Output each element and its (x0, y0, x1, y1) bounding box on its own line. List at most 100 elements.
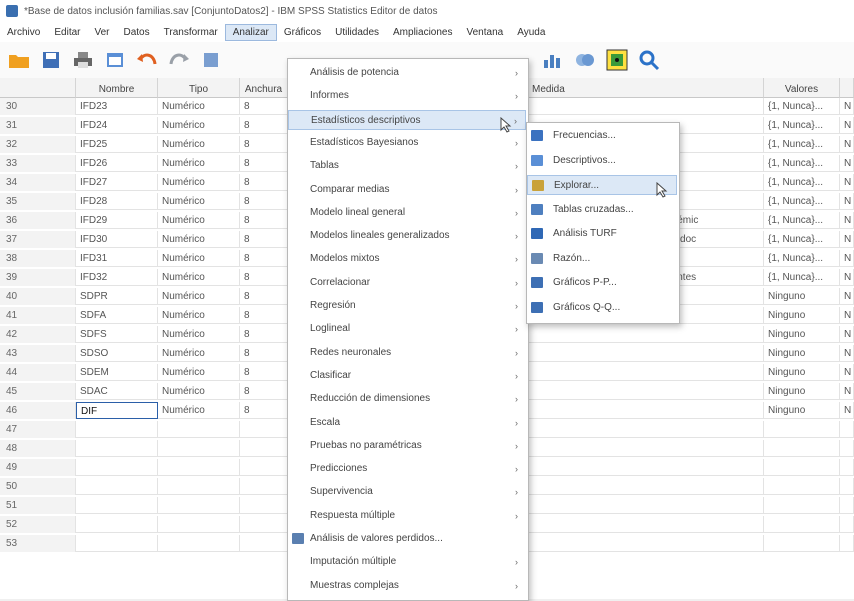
nombre-cell[interactable]: SDEM (76, 364, 158, 381)
valores-cell[interactable]: Ninguno (764, 326, 840, 343)
row-number-cell[interactable]: 38 (0, 250, 76, 267)
split-file-icon[interactable] (572, 47, 598, 73)
tipo-cell[interactable]: Numérico (158, 212, 240, 229)
row-number-cell[interactable]: 41 (0, 307, 76, 324)
column-header-medida[interactable]: Medida (518, 78, 764, 98)
row-number-cell[interactable]: 37 (0, 231, 76, 248)
anchura-cell[interactable]: 8 (240, 288, 288, 305)
perdidos-cell[interactable]: N (840, 288, 854, 305)
tipo-cell[interactable] (158, 516, 240, 533)
anchura-cell[interactable]: 8 (240, 383, 288, 400)
descriptivos-submenu-item[interactable]: Descriptivos... (527, 151, 677, 171)
etiqueta-cell[interactable] (520, 364, 764, 381)
anchura-cell[interactable] (240, 478, 288, 495)
perdidos-cell[interactable]: N (840, 383, 854, 400)
menu-datos[interactable]: Datos (117, 25, 157, 40)
perdidos-cell[interactable]: N (840, 250, 854, 267)
descriptivos-submenu-item[interactable]: Razón... (527, 249, 677, 269)
valores-cell[interactable] (764, 459, 840, 476)
etiqueta-cell[interactable] (520, 478, 764, 495)
row-number-cell[interactable]: 45 (0, 383, 76, 400)
valores-cell[interactable] (764, 516, 840, 533)
column-header-perdidos[interactable] (840, 78, 854, 98)
perdidos-cell[interactable]: N (840, 364, 854, 381)
row-number-cell[interactable]: 46 (0, 402, 76, 419)
nombre-cell[interactable]: IFD28 (76, 193, 158, 210)
menu-utilidades[interactable]: Utilidades (328, 25, 386, 40)
menu-archivo[interactable]: Archivo (0, 25, 47, 40)
anchura-cell[interactable] (240, 440, 288, 457)
anchura-cell[interactable] (240, 516, 288, 533)
perdidos-cell[interactable] (840, 497, 854, 514)
tipo-cell[interactable]: Numérico (158, 98, 240, 115)
nombre-cell[interactable]: IFD23 (76, 98, 158, 115)
tipo-cell[interactable]: Numérico (158, 307, 240, 324)
perdidos-cell[interactable]: N (840, 174, 854, 191)
row-number-cell[interactable]: 35 (0, 193, 76, 210)
analizar-menu-item[interactable]: Supervivencia › (288, 482, 526, 502)
perdidos-cell[interactable] (840, 459, 854, 476)
goto-case-icon[interactable] (198, 47, 224, 73)
analizar-menu-item[interactable]: Redes neuronales › (288, 343, 526, 363)
anchura-cell[interactable]: 8 (240, 193, 288, 210)
row-number-cell[interactable]: 52 (0, 516, 76, 533)
anchura-cell[interactable]: 8 (240, 402, 288, 419)
valores-cell[interactable]: {1, Nunca}... (764, 174, 840, 191)
perdidos-cell[interactable]: N (840, 269, 854, 286)
anchura-cell[interactable] (240, 497, 288, 514)
etiqueta-cell[interactable] (520, 345, 764, 362)
valores-cell[interactable]: {1, Nunca}... (764, 231, 840, 248)
valores-cell[interactable]: {1, Nunca}... (764, 212, 840, 229)
valores-cell[interactable]: Ninguno (764, 364, 840, 381)
nombre-cell[interactable]: SDAC (76, 383, 158, 400)
perdidos-cell[interactable]: N (840, 402, 854, 419)
analizar-menu-item[interactable]: Loglineal › (288, 319, 526, 339)
tipo-cell[interactable]: Numérico (158, 136, 240, 153)
valores-cell[interactable] (764, 497, 840, 514)
anchura-cell[interactable]: 8 (240, 231, 288, 248)
analizar-menu-item[interactable]: Correlacionar › (288, 273, 526, 293)
descriptivos-submenu-item[interactable]: Explorar... (527, 175, 677, 195)
descriptivos-submenu-item[interactable]: Análisis TURF (527, 224, 677, 244)
row-number-cell[interactable]: 40 (0, 288, 76, 305)
perdidos-cell[interactable] (840, 440, 854, 457)
undo-icon[interactable] (134, 47, 160, 73)
row-number-cell[interactable]: 47 (0, 421, 76, 438)
analizar-menu-item[interactable]: Muestras complejas › (288, 576, 526, 596)
nombre-cell[interactable]: IFD24 (76, 117, 158, 134)
analizar-menu-item[interactable]: Pruebas no paramétricas › (288, 436, 526, 456)
etiqueta-cell[interactable] (520, 326, 764, 343)
analizar-menu-item[interactable]: Modelos lineales generalizados › (288, 226, 526, 246)
row-number-cell[interactable]: 39 (0, 269, 76, 286)
tipo-cell[interactable]: Numérico (158, 174, 240, 191)
menu-transformar[interactable]: Transformar (157, 25, 225, 40)
analizar-menu-item[interactable]: Análisis de potencia › (288, 63, 526, 83)
valores-cell[interactable]: Ninguno (764, 402, 840, 419)
anchura-cell[interactable]: 8 (240, 364, 288, 381)
valores-cell[interactable]: {1, Nunca}... (764, 98, 840, 115)
etiqueta-cell[interactable] (520, 383, 764, 400)
menu-ampliaciones[interactable]: Ampliaciones (386, 25, 459, 40)
analizar-menu-item[interactable]: Modelo lineal general › (288, 203, 526, 223)
perdidos-cell[interactable] (840, 516, 854, 533)
anchura-cell[interactable]: 8 (240, 345, 288, 362)
etiqueta-cell[interactable] (520, 402, 764, 419)
etiqueta-cell[interactable] (520, 459, 764, 476)
valores-cell[interactable]: {1, Nunca}... (764, 136, 840, 153)
tipo-cell[interactable] (158, 535, 240, 552)
etiqueta-cell[interactable] (520, 421, 764, 438)
analizar-menu-item[interactable]: Informes › (288, 86, 526, 106)
etiqueta-cell[interactable] (520, 535, 764, 552)
anchura-cell[interactable]: 8 (240, 307, 288, 324)
perdidos-cell[interactable]: N (840, 212, 854, 229)
nombre-cell[interactable] (76, 516, 158, 533)
tipo-cell[interactable]: Numérico (158, 326, 240, 343)
select-cases-icon[interactable] (604, 47, 630, 73)
valores-cell[interactable] (764, 535, 840, 552)
perdidos-cell[interactable] (840, 421, 854, 438)
anchura-cell[interactable] (240, 459, 288, 476)
nombre-cell[interactable] (76, 535, 158, 552)
menu-ver[interactable]: Ver (87, 25, 116, 40)
chart-builder-icon[interactable] (540, 47, 566, 73)
tipo-cell[interactable]: Numérico (158, 231, 240, 248)
